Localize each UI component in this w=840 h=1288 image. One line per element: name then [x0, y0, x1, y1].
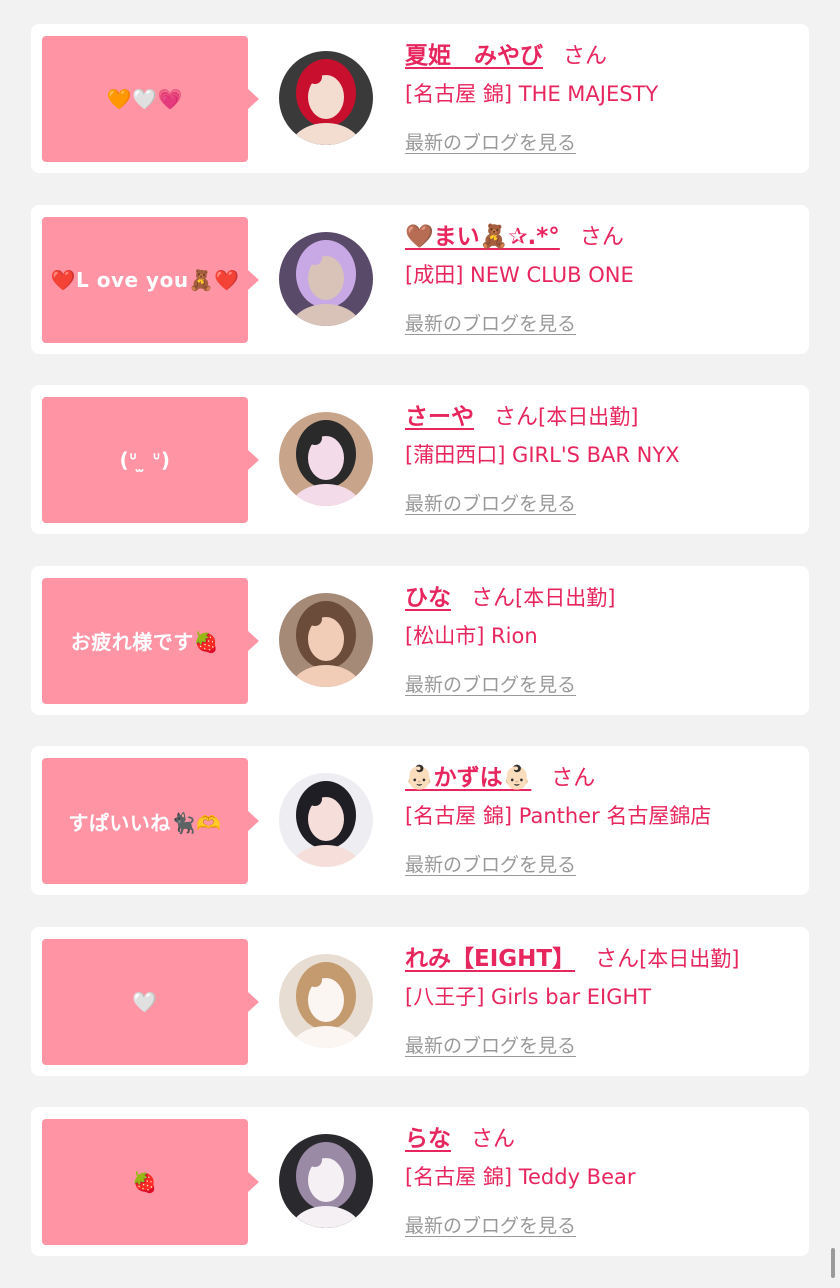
name-line: 夏姫 みやび さん [405, 34, 805, 70]
avatar[interactable] [279, 231, 373, 326]
latest-blog-link[interactable]: 最新のブログを見る [405, 1211, 576, 1238]
latest-blog-link[interactable]: 最新のブログを見る [405, 309, 576, 336]
message-text: 🧡🤍💗 [106, 87, 184, 111]
honorific: さん [551, 766, 596, 791]
latest-blog-link[interactable]: 最新のブログを見る [405, 128, 576, 155]
message-bubble: ❤️L ove you🧸❤️ [42, 216, 259, 343]
message-text: ❤️L ove you🧸❤️ [50, 267, 240, 292]
cast-card: (ᐡ ̫ ᐡ) さーや さん [本日出勤] [蒲田西口] GIRL'S BAR … [31, 385, 809, 534]
message-bubble: 🤍 [42, 938, 259, 1065]
message-text: お疲れ様です🍓 [70, 630, 220, 654]
name-line: れみ【EIGHT】 さん [本日出勤] [405, 937, 805, 973]
latest-blog-link[interactable]: 最新のブログを見る [405, 670, 576, 697]
shop-name: [名古屋 錦] Panther 名古屋錦店 [405, 804, 712, 828]
cast-card: 🧡🤍💗 夏姫 みやび さん [名古屋 錦] THE MAJESTY 最新のブログ… [31, 24, 809, 173]
cast-card: ❤️L ove you🧸❤️ 🤎まい🧸✰.*° さん [成田] NEW CLUB… [31, 204, 809, 354]
avatar-image [279, 412, 373, 506]
honorific: さん [595, 946, 640, 972]
honorific: さん [471, 585, 516, 611]
message-bubble: 🍓 [42, 1119, 259, 1245]
avatar[interactable] [279, 51, 373, 145]
cast-info: さーや さん [本日出勤] [蒲田西口] GIRL'S BAR NYX 最新のブ… [405, 395, 805, 516]
cast-name-link[interactable]: さーや [405, 397, 474, 431]
latest-blog-link[interactable]: 最新のブログを見る [405, 850, 576, 877]
cast-name-link[interactable]: 夏姫 みやび [405, 36, 543, 70]
cast-card: お疲れ様です🍓 ひな さん [本日出勤] [松山市] Rion 最新のブログを見… [31, 565, 809, 715]
cast-info: 🤎まい🧸✰.*° さん [成田] NEW CLUB ONE 最新のブログを見る [405, 215, 805, 336]
avatar[interactable] [279, 412, 373, 506]
attendance-status: [本日出勤] [639, 946, 740, 971]
name-line: 👶🏻かずは👶🏻 さん [405, 756, 805, 792]
honorific: さん [579, 224, 624, 250]
cast-info: 👶🏻かずは👶🏻 さん [名古屋 錦] Panther 名古屋錦店 最新のブログを… [405, 756, 805, 877]
message-text: すぱいいね🐈‍⬛🫶 [68, 810, 222, 835]
honorific: さん [494, 405, 539, 430]
shop-name: [八王子] Girls bar EIGHT [405, 984, 652, 1009]
cast-info: ひな さん [本日出勤] [松山市] Rion 最新のブログを見る [405, 576, 805, 697]
cast-name-link[interactable]: ひな [405, 578, 451, 612]
message-text: 🤍 [132, 989, 158, 1014]
shop-name: [蒲田西口] GIRL'S BAR NYX [405, 443, 680, 467]
avatar[interactable] [279, 773, 373, 867]
cast-name-link[interactable]: 👶🏻かずは👶🏻 [405, 758, 531, 792]
cast-card: すぱいいね🐈‍⬛🫶 👶🏻かずは👶🏻 さん [名古屋 錦] Panther 名古屋… [31, 746, 809, 895]
scrollbar[interactable] [831, 1248, 835, 1278]
avatar-image [279, 1134, 373, 1228]
cast-info: れみ【EIGHT】 さん [本日出勤] [八王子] Girls bar EIGH… [405, 937, 805, 1058]
avatar-image [279, 953, 373, 1048]
message-text: 🍓 [132, 1170, 158, 1194]
avatar-image [279, 231, 373, 326]
message-bubble: すぱいいね🐈‍⬛🫶 [42, 758, 259, 884]
name-line: らな さん [405, 1117, 805, 1153]
honorific: さん [563, 44, 608, 69]
shop-name: [名古屋 錦] THE MAJESTY [405, 82, 659, 106]
avatar-image [279, 51, 373, 145]
shop-name: [成田] NEW CLUB ONE [405, 262, 634, 287]
cast-card: 🤍 れみ【EIGHT】 さん [本日出勤] [八王子] Girls bar EI… [31, 926, 809, 1076]
avatar-image [279, 592, 373, 687]
cast-card: 🍓 らな さん [名古屋 錦] Teddy Bear 最新のブログを見る [31, 1107, 809, 1256]
name-line: ひな さん [本日出勤] [405, 576, 805, 612]
message-bubble: お疲れ様です🍓 [42, 577, 259, 704]
avatar-image [279, 773, 373, 867]
message-bubble: (ᐡ ̫ ᐡ) [42, 397, 259, 523]
avatar[interactable] [279, 1134, 373, 1228]
message-bubble: 🧡🤍💗 [42, 36, 259, 162]
avatar[interactable] [279, 592, 373, 687]
message-text: (ᐡ ̫ ᐡ) [119, 448, 171, 472]
cast-name-link[interactable]: らな [405, 1119, 451, 1153]
latest-blog-link[interactable]: 最新のブログを見る [405, 1031, 576, 1058]
cast-name-link[interactable]: れみ【EIGHT】 [405, 939, 575, 973]
attendance-status: [本日出勤] [515, 585, 616, 610]
avatar[interactable] [279, 953, 373, 1048]
cast-info: 夏姫 みやび さん [名古屋 錦] THE MAJESTY 最新のブログを見る [405, 34, 805, 155]
latest-blog-link[interactable]: 最新のブログを見る [405, 489, 576, 516]
cast-info: らな さん [名古屋 錦] Teddy Bear 最新のブログを見る [405, 1117, 805, 1238]
cast-name-link[interactable]: 🤎まい🧸✰.*° [405, 217, 560, 251]
name-line: さーや さん [本日出勤] [405, 395, 805, 431]
name-line: 🤎まい🧸✰.*° さん [405, 215, 805, 251]
cast-blog-list: 🧡🤍💗 夏姫 みやび さん [名古屋 錦] THE MAJESTY 最新のブログ… [31, 24, 809, 1288]
attendance-status: [本日出勤] [538, 405, 639, 429]
shop-name: [名古屋 錦] Teddy Bear [405, 1165, 636, 1189]
shop-name: [松山市] Rion [405, 623, 538, 648]
honorific: さん [471, 1127, 516, 1152]
